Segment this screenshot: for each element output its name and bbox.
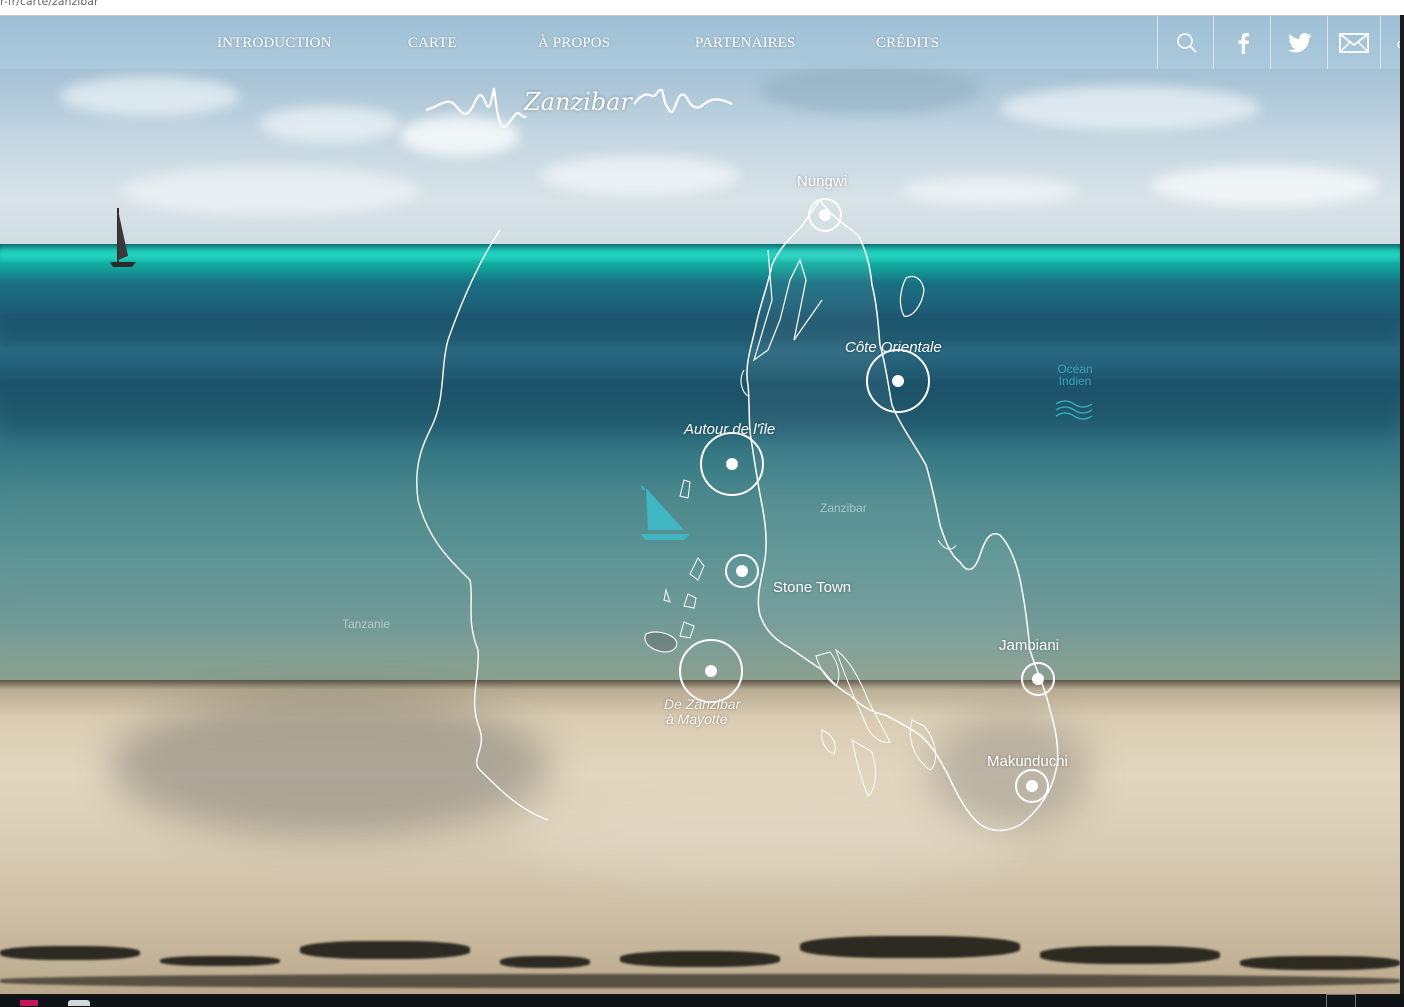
marker-stone-town[interactable] xyxy=(723,552,761,590)
unguja-island xyxy=(746,198,1059,832)
zanzibar-map xyxy=(416,87,1093,832)
logo-title[interactable]: Zanzibar xyxy=(524,88,632,116)
os-taskbar xyxy=(0,994,1404,1007)
ocean-label: Océan Indien xyxy=(1050,363,1100,387)
taskbar-tray-box[interactable] xyxy=(1326,994,1356,1007)
search-icon xyxy=(1176,32,1197,53)
tanzania-coast xyxy=(416,229,549,821)
facebook-icon xyxy=(1238,32,1249,54)
marker-zanzibar-mayotte[interactable] xyxy=(677,637,745,705)
marker-makunduchi[interactable] xyxy=(1013,767,1051,805)
label-nungwi[interactable]: Nungwi xyxy=(797,173,847,190)
mail-button[interactable] xyxy=(1327,16,1381,69)
taskbar-explorer-icon[interactable] xyxy=(68,1000,90,1006)
label-autour-ile[interactable]: Autour de l'île xyxy=(684,421,775,438)
search-button[interactable] xyxy=(1157,16,1215,69)
marker-cote-orientale[interactable] xyxy=(864,347,932,415)
label-jambiani[interactable]: Jambiani xyxy=(999,637,1059,654)
label-zanzibar-mayotte-line2[interactable]: à Mayotte xyxy=(666,711,727,727)
nav-introduction[interactable]: INTRODUCTION xyxy=(217,35,332,52)
facebook-button[interactable] xyxy=(1213,16,1271,69)
twitter-button[interactable] xyxy=(1270,16,1328,69)
dhow-sailboat-icon xyxy=(640,485,690,540)
ocean-label-line2: Indien xyxy=(1058,374,1092,388)
nav-partenaires[interactable]: PARTENAIRES xyxy=(695,35,796,52)
region-label-tanzanie: Tanzanie xyxy=(342,617,391,631)
marker-autour-ile[interactable] xyxy=(698,430,766,498)
label-makunduchi[interactable]: Makunduchi xyxy=(987,753,1068,770)
twitter-icon xyxy=(1287,32,1311,52)
taskbar-app-icon[interactable] xyxy=(20,1000,38,1006)
label-cote-orientale[interactable]: Côte Orientale xyxy=(845,339,942,356)
marker-jambiani[interactable] xyxy=(1019,660,1057,698)
nav-a-propos[interactable]: À PROPOS xyxy=(538,35,610,52)
window-edge xyxy=(1400,15,1404,1005)
mail-icon xyxy=(1339,32,1369,53)
nav-carte[interactable]: CARTE xyxy=(408,35,457,52)
nav-credits[interactable]: CRÉDITS xyxy=(876,35,939,52)
label-zanzibar-mayotte-line1[interactable]: De Zanzibar xyxy=(664,696,740,712)
label-stone-town[interactable]: Stone Town xyxy=(773,579,851,596)
marker-nungwi[interactable] xyxy=(805,195,845,235)
region-label-zanzibar: Zanzibar xyxy=(820,501,867,515)
